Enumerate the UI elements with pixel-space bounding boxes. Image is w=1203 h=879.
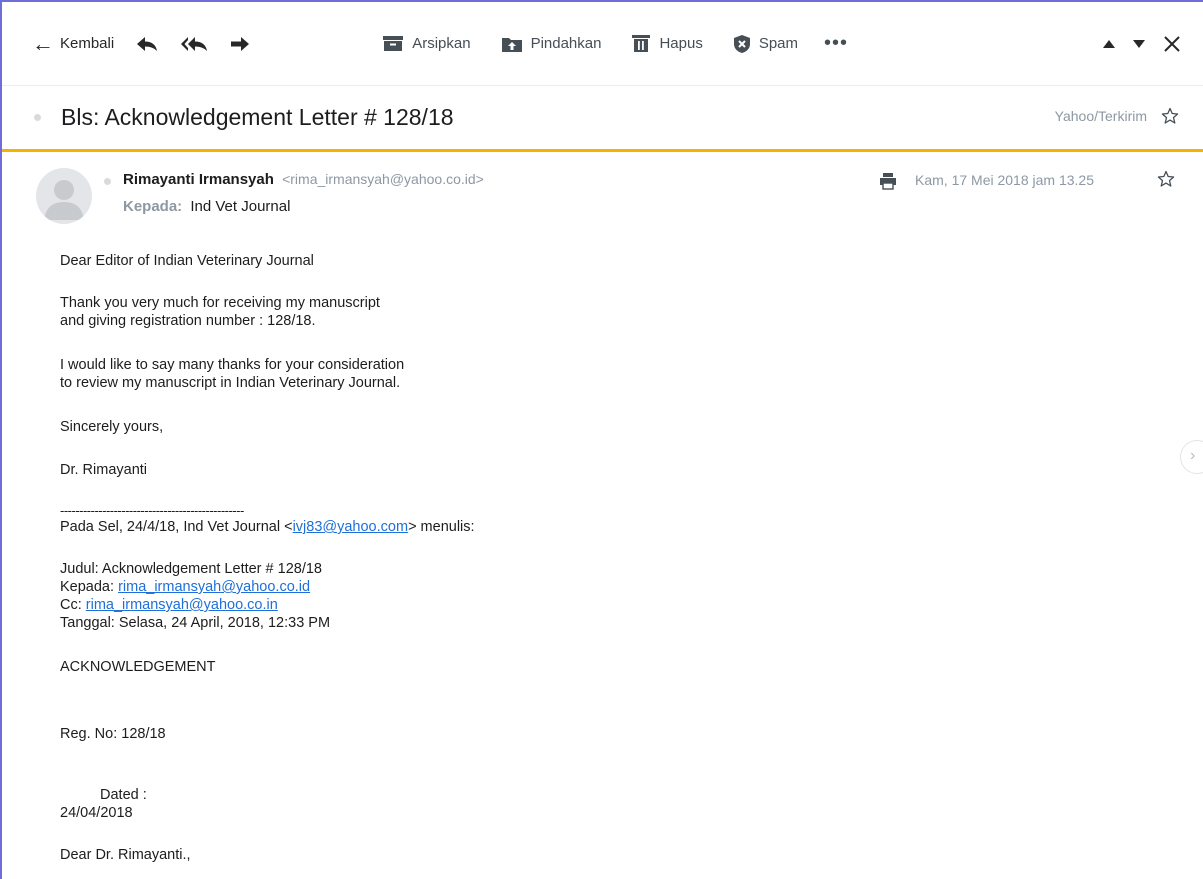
quote-intro: Pada Sel, 24/4/18, Ind Vet Journal <ivj8… [60, 518, 475, 536]
chevron-right-icon: › [1190, 447, 1196, 464]
read-status-dot[interactable] [34, 114, 41, 121]
quoted-cc: Cc: rima_irmansyah@yahoo.co.in [60, 596, 278, 614]
subject-bar: Bls: Acknowledgement Letter # 128/18 Yah… [2, 86, 1203, 152]
dear-line: Dear Dr. Rimayanti., [60, 847, 191, 863]
message-subject: Bls: Acknowledgement Letter # 128/18 [61, 104, 454, 130]
message-toolbar: ← Kembali Arsipkan Pindahkan Hapus Spam … [2, 2, 1203, 86]
archive-label: Arsipkan [412, 35, 471, 52]
move-button[interactable]: Pindahkan [501, 35, 602, 53]
paragraph-2-line-1: I would like to say many thanks for your… [60, 357, 405, 373]
sender-email[interactable]: <rima_irmansyah@yahoo.co.id> [282, 171, 484, 187]
dated-label: Dated : [100, 787, 147, 803]
reply-all-icon [180, 36, 208, 52]
dated-value: 24/04/2018 [60, 805, 133, 821]
close-icon [1163, 35, 1181, 53]
delete-label: Hapus [659, 35, 703, 52]
shield-icon [733, 34, 751, 54]
move-label: Pindahkan [530, 35, 602, 52]
reply-all-button[interactable] [180, 36, 208, 52]
quoted-to: Kepada: rima_irmansyah@yahoo.co.id [60, 578, 310, 596]
person-icon [44, 180, 84, 220]
quote-intro-prefix: Pada Sel, 24/4/18, Ind Vet Journal < [60, 519, 293, 535]
paragraph-2-line-2: to review my manuscript in Indian Veteri… [60, 375, 401, 391]
delete-button[interactable]: Hapus [631, 34, 703, 53]
quoted-cc-link[interactable]: rima_irmansyah@yahoo.co.in [86, 597, 278, 613]
sender-status-dot [104, 178, 111, 185]
forward-button[interactable] [230, 36, 250, 52]
paragraph-1-line-2: and giving registration number : 128/18. [60, 313, 316, 329]
quoted-to-link[interactable]: rima_irmansyah@yahoo.co.id [118, 579, 310, 595]
closing: Sincerely yours, [60, 419, 164, 435]
sender-name[interactable]: Rimayanti Irmansyah [123, 171, 274, 188]
reg-number: Reg. No: 128/18 [60, 726, 166, 742]
to-label: Kepada: [123, 198, 183, 215]
close-button[interactable] [1163, 35, 1181, 53]
toolbar-right [1085, 2, 1181, 86]
spam-button[interactable]: Spam [733, 34, 798, 54]
sender-line: Rimayanti Irmansyah <rima_irmansyah@yaho… [123, 171, 484, 188]
quote-email-link[interactable]: ivj83@yahoo.com [293, 519, 408, 535]
greeting: Dear Editor of Indian Veterinary Journal [60, 253, 314, 269]
mail-window: ← Kembali Arsipkan Pindahkan Hapus Spam … [0, 0, 1203, 879]
reply-button[interactable] [136, 36, 158, 52]
message-date: Kam, 17 Mei 2018 jam 13.25 [915, 172, 1094, 188]
signature: Dr. Rimayanti [60, 462, 148, 478]
trash-icon [631, 34, 651, 53]
sender-avatar[interactable] [36, 168, 92, 224]
star-icon[interactable] [1161, 107, 1179, 125]
previous-message-button[interactable] [1103, 40, 1115, 48]
acknowledgement-heading: ACKNOWLEDGEMENT [60, 659, 216, 675]
quoted-date: Tanggal: Selasa, 24 April, 2018, 12:33 P… [60, 615, 331, 631]
recipient-name[interactable]: Ind Vet Journal [190, 198, 290, 215]
quoted-cc-label: Cc: [60, 597, 86, 613]
reply-icon [136, 36, 158, 52]
side-panel-toggle[interactable]: › [1180, 440, 1203, 474]
spam-label: Spam [758, 35, 799, 52]
quoted-to-label: Kepada: [60, 579, 119, 595]
back-button[interactable]: ← Kembali [32, 30, 115, 56]
forward-icon [230, 36, 250, 52]
recipient-line: Kepada: Ind Vet Journal [123, 198, 290, 215]
back-arrow-icon: ← [32, 30, 54, 56]
archive-icon [382, 35, 404, 52]
print-icon[interactable] [878, 171, 898, 191]
back-label: Kembali [60, 35, 115, 52]
next-message-button[interactable] [1133, 40, 1145, 48]
more-icon: ••• [824, 32, 849, 54]
archive-button[interactable]: Arsipkan [382, 35, 471, 52]
caret-up-icon [1103, 40, 1115, 48]
message-star-icon[interactable] [1157, 170, 1175, 188]
caret-down-icon [1133, 40, 1145, 48]
paragraph-1-line-1: Thank you very much for receiving my man… [60, 295, 380, 311]
more-actions-button[interactable]: ••• [824, 32, 848, 55]
folder-label[interactable]: Yahoo/Terkirim [1055, 108, 1147, 124]
quoted-subject: Judul: Acknowledgement Letter # 128/18 [60, 561, 322, 577]
quote-intro-suffix: > menulis: [408, 519, 475, 535]
move-folder-icon [501, 35, 523, 53]
